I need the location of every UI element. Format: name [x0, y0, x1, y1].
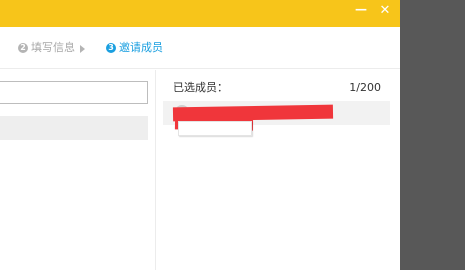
dialog-titlebar: — ✕	[0, 0, 400, 27]
selected-members-pane: 已选成员： 1/200	[157, 70, 400, 270]
step-number-icon: 3	[106, 43, 116, 53]
step-invite-members[interactable]: 3 邀请成员	[106, 41, 163, 55]
background-app-right	[400, 0, 465, 270]
step-number-icon: 2	[18, 43, 28, 53]
step-indicator: 2 填写信息 3 邀请成员	[0, 27, 400, 69]
redaction-mark	[178, 121, 252, 136]
chevron-right-icon	[80, 45, 85, 53]
selected-members-label: 已选成员：	[173, 81, 228, 94]
member-source-pane	[0, 70, 156, 270]
selected-members-count: 1/200	[349, 81, 381, 94]
close-button[interactable]: ✕	[378, 4, 392, 18]
search-input[interactable]	[0, 81, 148, 104]
step-label: 填写信息	[31, 41, 75, 54]
minimize-button[interactable]: —	[354, 2, 368, 16]
step-label: 邀请成员	[119, 41, 163, 54]
list-item[interactable]	[0, 116, 148, 140]
step-fill-info[interactable]: 2 填写信息	[18, 41, 75, 55]
